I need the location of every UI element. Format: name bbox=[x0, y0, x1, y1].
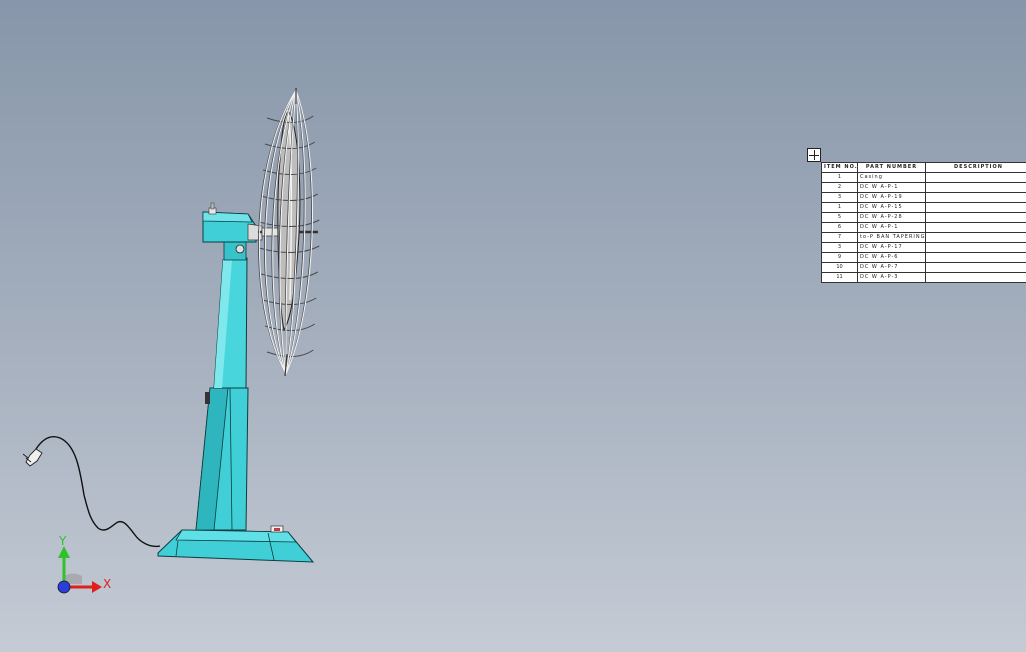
bom-item-number: 11 bbox=[821, 272, 858, 283]
table-row: 10 DC W A-P-7 bbox=[821, 262, 1026, 273]
bom-header-item: ITEM NO. bbox=[821, 162, 858, 173]
bom-part-number: DC W A-P-15 bbox=[857, 202, 926, 213]
bom-item-number: 6 bbox=[821, 222, 858, 233]
bom-part-number: to-P BAN TAPERING ONE bbox=[857, 232, 926, 243]
table-row: 9 DC W A-P-6 bbox=[821, 252, 1026, 263]
table-row: 11 DC W A-P-3 bbox=[821, 272, 1026, 283]
bom-item-number: 3 bbox=[821, 192, 858, 203]
power-cord[interactable] bbox=[22, 436, 161, 548]
plug-icon bbox=[22, 448, 43, 467]
bom-table[interactable]: ITEM NO. PART NUMBER DESCRIPTION 1 Casing… bbox=[821, 162, 1026, 283]
bom-part-number: DC W A-P-7 bbox=[857, 262, 926, 273]
bom-item-number: 1 bbox=[821, 172, 858, 183]
table-row: 5 DC W A-P-28 bbox=[821, 212, 1026, 223]
bom-description bbox=[925, 192, 1026, 203]
bom-part-number: DC W A-P-1 bbox=[857, 222, 926, 233]
bom-move-handle-icon[interactable] bbox=[807, 148, 821, 162]
z-axis-dot bbox=[57, 580, 71, 594]
bom-part-number: DC W A-P-1 bbox=[857, 182, 926, 193]
bom-item-number: 7 bbox=[821, 232, 858, 243]
bom-part-number: DC W A-P-6 bbox=[857, 252, 926, 263]
graphics-viewport[interactable]: Y X ITEM NO. PART NUMBER DESCRIPTION 1 Ca… bbox=[0, 0, 1026, 652]
fan-model[interactable]: Y X bbox=[0, 0, 1026, 652]
table-row: 2 DC W A-P-1 bbox=[821, 182, 1026, 193]
upper-column[interactable] bbox=[213, 239, 248, 389]
bom-part-number: Casing bbox=[857, 172, 926, 183]
bom-description bbox=[925, 242, 1026, 253]
bom-description bbox=[925, 172, 1026, 183]
table-row: 6 DC W A-P-1 bbox=[821, 222, 1026, 233]
bom-part-number: DC W A-P-28 bbox=[857, 212, 926, 223]
bom-header-part: PART NUMBER bbox=[857, 162, 926, 173]
x-axis-arrowhead bbox=[92, 581, 102, 593]
bom-item-number: 2 bbox=[821, 182, 858, 193]
bom-header-desc: DESCRIPTION bbox=[925, 162, 1026, 173]
bom-item-number: 10 bbox=[821, 262, 858, 273]
x-axis-label: X bbox=[103, 577, 111, 591]
bom-item-number: 5 bbox=[821, 212, 858, 223]
bom-description bbox=[925, 222, 1026, 233]
bom-description bbox=[925, 212, 1026, 223]
bom-item-number: 1 bbox=[821, 202, 858, 213]
table-row: 7to-P BAN TAPERING ONE bbox=[821, 232, 1026, 243]
bom-description bbox=[925, 232, 1026, 243]
bom-description bbox=[925, 252, 1026, 263]
fan-base[interactable] bbox=[157, 525, 315, 563]
y-axis-label: Y bbox=[58, 534, 67, 548]
bom-description bbox=[925, 262, 1026, 273]
bom-item-number: 9 bbox=[821, 252, 858, 263]
bom-description bbox=[925, 202, 1026, 213]
bom-part-number: DC W A-P-3 bbox=[857, 272, 926, 283]
bom-header-row: ITEM NO. PART NUMBER DESCRIPTION bbox=[821, 162, 1026, 173]
bom-description bbox=[925, 182, 1026, 193]
bom-description bbox=[925, 272, 1026, 283]
table-row: 1 Casing bbox=[821, 172, 1026, 183]
axis-triad[interactable]: Y X bbox=[57, 534, 111, 594]
bom-part-number: DC W A-P-17 bbox=[857, 242, 926, 253]
lower-column[interactable] bbox=[195, 387, 249, 531]
table-row: 3 DC W A-P-17 bbox=[821, 242, 1026, 253]
bom-part-number: DC W A-P-19 bbox=[857, 192, 926, 203]
table-row: 1 DC W A-P-15 bbox=[821, 202, 1026, 213]
table-row: 3 DC W A-P-19 bbox=[821, 192, 1026, 203]
bom-item-number: 3 bbox=[821, 242, 858, 253]
